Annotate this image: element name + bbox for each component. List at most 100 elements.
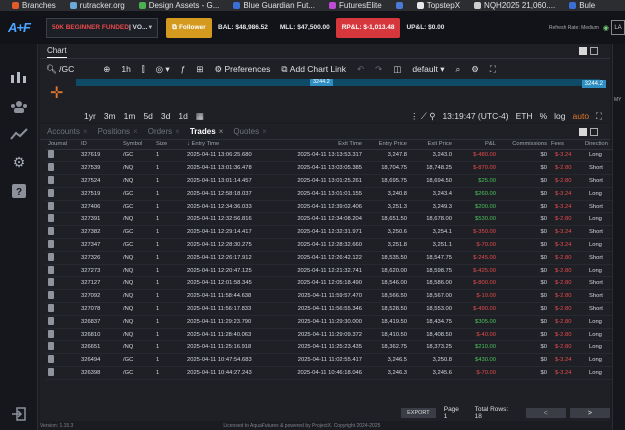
bookmark-item[interactable]: Blue Guardian Fut... bbox=[233, 1, 315, 10]
table-row[interactable]: 327391/NQ 1 2025-04-11 12:32:56.816 2025-04… bbox=[46, 212, 622, 227]
journal-cell[interactable] bbox=[46, 251, 79, 265]
auto-toggle[interactable]: auto bbox=[573, 111, 590, 121]
journal-cell[interactable] bbox=[46, 174, 79, 188]
layout-icon[interactable]: ◫ bbox=[393, 64, 401, 75]
range-button[interactable]: 3d bbox=[161, 111, 170, 121]
close-icon[interactable]: × bbox=[83, 127, 88, 136]
percent-toggle[interactable]: % bbox=[540, 111, 548, 121]
table-row[interactable]: 327326/NQ 1 2025-04-11 12:26:17.912 2025-04… bbox=[46, 251, 622, 265]
tab-trades[interactable]: Trades × bbox=[190, 127, 223, 136]
add-chart-link-button[interactable]: ⧉ Add Chart Link bbox=[281, 64, 346, 75]
studies-icon[interactable]: ◎ ▾ bbox=[156, 64, 170, 75]
table-row[interactable]: 327524/NQ 1 2025-04-11 13:01:14.457 2025-04… bbox=[46, 174, 622, 188]
next-page-button[interactable]: > bbox=[569, 408, 610, 418]
column-header[interactable]: Exit Time bbox=[278, 140, 364, 150]
column-header[interactable]: Size bbox=[154, 140, 185, 150]
journal-cell[interactable] bbox=[46, 200, 79, 214]
table-row[interactable]: 327273/NQ 1 2025-04-11 12:20:47.125 2025-04… bbox=[46, 264, 622, 278]
column-header[interactable]: ↓ Entry Time bbox=[185, 140, 278, 150]
session-toggle[interactable]: ETH bbox=[516, 111, 533, 121]
table-row[interactable]: 327382/GC 1 2025-04-11 12:29:14.417 2025-04… bbox=[46, 225, 622, 240]
users-icon[interactable] bbox=[9, 97, 29, 117]
draw-tool-icon[interactable]: ⋮ ⟋ ⚲ bbox=[410, 111, 435, 122]
table-row[interactable]: 327347/GC 1 2025-04-11 12:28:30.275 2025-04… bbox=[46, 238, 622, 252]
journal-cell[interactable] bbox=[46, 238, 79, 252]
symbol-search[interactable]: 🔍︎ /GC bbox=[46, 64, 74, 75]
range-button[interactable]: 5d bbox=[143, 111, 152, 121]
column-header[interactable]: Exit Price bbox=[409, 140, 454, 150]
maximize-panel-button[interactable] bbox=[590, 127, 598, 136]
close-icon[interactable]: × bbox=[219, 127, 224, 136]
zoom-icon[interactable]: ⌕ bbox=[455, 64, 460, 75]
tab-orders[interactable]: Orders × bbox=[148, 127, 180, 136]
table-row[interactable]: 326651/NQ 1 2025-04-11 11:25:16.918 2025-04… bbox=[46, 340, 622, 355]
help-icon[interactable]: ? bbox=[9, 181, 29, 201]
table-row[interactable]: 327127/NQ 1 2025-04-11 12:01:58.345 2025-04… bbox=[46, 276, 622, 291]
column-header[interactable]: Symbol bbox=[121, 140, 154, 150]
tab-quotes[interactable]: Quotes × bbox=[233, 127, 266, 136]
journal-cell[interactable] bbox=[46, 264, 79, 278]
table-row[interactable]: 327092/NQ 1 2025-04-11 11:58:44.638 2025-04… bbox=[46, 289, 622, 304]
close-icon[interactable]: × bbox=[175, 127, 180, 136]
journal-cell[interactable] bbox=[46, 225, 79, 240]
chart-area[interactable]: 3244.2 3244.2 ✛ bbox=[40, 79, 610, 109]
journal-cell[interactable] bbox=[46, 289, 79, 304]
column-header[interactable]: Entry Price bbox=[364, 140, 409, 150]
bookmark-item[interactable]: rutracker.org bbox=[69, 1, 125, 10]
bookmark-item[interactable]: Branches bbox=[12, 1, 56, 10]
account-selector[interactable]: 50K BEGINNER FUNDED | VO... ▼ bbox=[46, 17, 158, 38]
bookmark-item[interactable] bbox=[395, 2, 403, 9]
redo-icon[interactable]: ↷ bbox=[375, 64, 382, 75]
bookmark-item[interactable]: Design Assets - G... bbox=[138, 1, 219, 10]
column-header[interactable]: ID bbox=[79, 140, 121, 150]
range-button[interactable]: 1d bbox=[178, 111, 187, 121]
tab-positions[interactable]: Positions × bbox=[98, 127, 138, 136]
column-header[interactable]: Fees bbox=[549, 140, 583, 150]
calendar-icon[interactable]: ▦ bbox=[196, 111, 204, 122]
grid-icon[interactable]: ⊞ bbox=[196, 64, 203, 75]
journal-cell[interactable] bbox=[46, 276, 79, 291]
table-row[interactable]: 327078/NQ 1 2025-04-11 11:56:17.833 2025-04… bbox=[46, 302, 622, 316]
column-header[interactable]: P&L bbox=[454, 140, 498, 150]
table-row[interactable]: 327539/NQ 1 2025-04-11 13:01:36.478 2025-04… bbox=[46, 161, 622, 176]
layout-select[interactable]: default ▾ bbox=[412, 64, 444, 75]
settings-icon[interactable]: ⚙ bbox=[471, 64, 479, 75]
candles-icon[interactable]: ⫿ bbox=[142, 64, 145, 75]
journal-cell[interactable] bbox=[46, 187, 79, 201]
journal-cell[interactable] bbox=[46, 212, 79, 227]
column-header[interactable]: Commissions bbox=[498, 140, 549, 150]
journal-cell[interactable] bbox=[46, 328, 79, 342]
table-row[interactable]: 326494/GC 1 2025-04-11 10:47:54.683 2025-04… bbox=[46, 353, 622, 368]
gear-icon[interactable]: ⚙ bbox=[9, 152, 29, 172]
journal-cell[interactable] bbox=[46, 315, 79, 329]
journal-cell[interactable] bbox=[46, 340, 79, 355]
table-row[interactable]: 327406/GC 1 2025-04-11 12:34:36.033 2025-04… bbox=[46, 200, 622, 214]
tab-chart[interactable]: Chart bbox=[47, 44, 67, 58]
table-row[interactable]: 326398/GC 1 2025-04-11 10:44:27.243 2025-04… bbox=[46, 366, 622, 380]
close-icon[interactable]: × bbox=[133, 127, 138, 136]
journal-cell[interactable] bbox=[46, 353, 79, 368]
undo-icon[interactable]: ↶ bbox=[357, 64, 364, 75]
log-toggle[interactable]: log bbox=[554, 111, 565, 121]
range-button[interactable]: 1yr bbox=[84, 111, 96, 121]
prev-page-button[interactable]: < bbox=[525, 408, 566, 418]
range-button[interactable]: 3m bbox=[104, 111, 116, 121]
add-panel-button[interactable] bbox=[579, 127, 587, 136]
bookmark-item[interactable]: NQH2025 21,060.... bbox=[474, 1, 555, 10]
bookmark-item[interactable]: TopstepX bbox=[416, 1, 460, 10]
language-button[interactable]: LA bbox=[611, 20, 625, 35]
follower-button[interactable]: ⧉ Follower bbox=[166, 17, 212, 38]
journal-cell[interactable] bbox=[46, 366, 79, 380]
analytics-icon[interactable] bbox=[9, 124, 29, 144]
maximize-panel-button[interactable] bbox=[590, 47, 598, 55]
journal-cell[interactable] bbox=[46, 161, 79, 176]
fullscreen-icon[interactable]: ⛶ bbox=[490, 64, 496, 75]
table-row[interactable]: 327619/GC 1 2025-04-11 13:06:25.680 2025-04… bbox=[46, 149, 622, 163]
tab-accounts[interactable]: Accounts × bbox=[47, 127, 88, 136]
plus-icon[interactable]: ⊕ bbox=[103, 64, 110, 75]
journal-cell[interactable] bbox=[46, 149, 79, 163]
crosshair-icon[interactable]: ✛ bbox=[50, 83, 63, 103]
bookmark-item[interactable]: Bule bbox=[569, 1, 595, 10]
bookmark-item[interactable]: FuturesElite bbox=[329, 1, 382, 10]
add-panel-button[interactable] bbox=[579, 47, 587, 55]
